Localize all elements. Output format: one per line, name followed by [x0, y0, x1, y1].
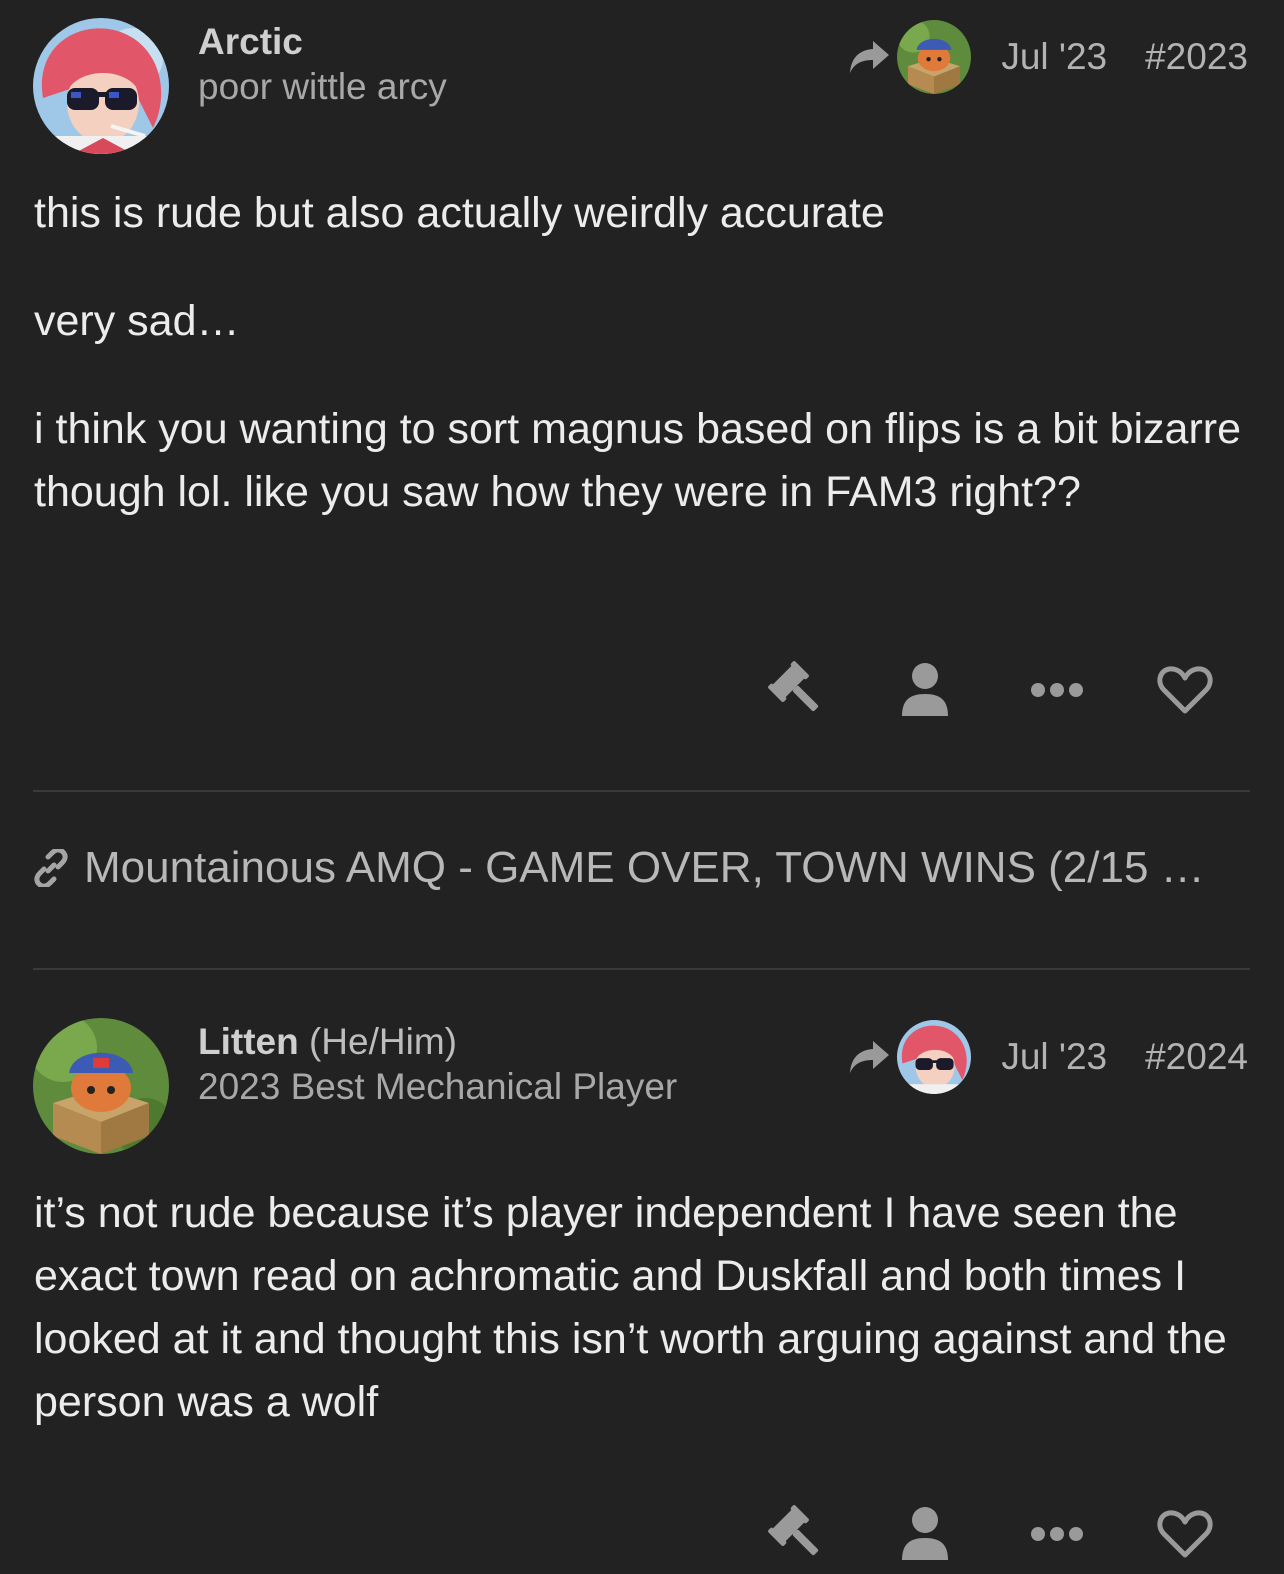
user-icon — [902, 663, 948, 716]
like-button[interactable] — [1145, 650, 1225, 730]
post-body: it’s not rude because it’s player indepe… — [34, 1182, 1254, 1479]
post-actions — [0, 1494, 1284, 1574]
post-number[interactable]: #2023 — [1145, 36, 1248, 78]
linked-topic[interactable]: Mountainous AMQ - GAME OVER, TOWN WINS (… — [32, 838, 1252, 898]
post-paragraph: i think you wanting to sort magnus based… — [34, 405, 1242, 516]
like-button[interactable] — [1145, 1494, 1225, 1574]
post-paragraph: this is rude but also actually weirdly a… — [34, 189, 885, 237]
more-button[interactable] — [1017, 1494, 1097, 1574]
user-info: Arctic poor wittle arcy — [198, 22, 447, 110]
red-haired-sunglasses-avatar-icon — [33, 18, 169, 154]
moderation-button[interactable] — [757, 650, 837, 730]
reply-to-arrow-icon[interactable] — [847, 1037, 891, 1077]
post-body: this is rude but also actually weirdly a… — [34, 182, 1254, 569]
post-meta: Jul '23 #2023 — [847, 20, 1248, 94]
post-2023: Arctic poor wittle arcy Jul '23 #2023 th… — [0, 0, 1284, 790]
more-icon — [1031, 1527, 1083, 1541]
user-avatar-litten[interactable] — [33, 1018, 169, 1154]
post-number[interactable]: #2024 — [1145, 1036, 1248, 1078]
more-icon — [1031, 683, 1083, 697]
red-haired-sunglasses-avatar-icon — [897, 1020, 972, 1094]
post-2024: Litten (He/Him) 2023 Best Mechanical Pla… — [0, 1000, 1284, 1574]
user-avatar-arctic[interactable] — [33, 18, 169, 154]
moderation-button[interactable] — [757, 1494, 837, 1574]
heart-icon — [1157, 666, 1213, 714]
reply-to-avatar[interactable] — [897, 1020, 972, 1094]
post-divider — [33, 968, 1250, 970]
topic-stream: Arctic poor wittle arcy Jul '23 #2023 th… — [0, 0, 1284, 1574]
user-title: 2023 Best Mechanical Player — [198, 1066, 678, 1107]
user-icon — [902, 1507, 948, 1560]
cat-in-box-avatar-icon — [897, 20, 972, 94]
post-paragraph: it’s not rude because it’s player indepe… — [34, 1189, 1227, 1426]
heart-icon — [1157, 1510, 1213, 1558]
reply-to-arrow-icon[interactable] — [847, 37, 891, 77]
user-card-button[interactable] — [885, 650, 965, 730]
post-divider — [33, 790, 1250, 792]
post-meta: Jul '23 #2024 — [847, 1020, 1248, 1094]
more-button[interactable] — [1017, 650, 1097, 730]
link-icon — [34, 849, 68, 887]
cat-in-box-avatar-icon — [33, 1018, 169, 1154]
post-paragraph: very sad… — [34, 297, 240, 345]
linked-topic-title[interactable]: Mountainous AMQ - GAME OVER, TOWN WINS (… — [84, 843, 1205, 893]
user-card-button[interactable] — [885, 1494, 965, 1574]
user-title: poor wittle arcy — [198, 66, 447, 107]
post-date[interactable]: Jul '23 — [1001, 36, 1107, 78]
username[interactable]: Arctic — [198, 22, 447, 62]
post-date[interactable]: Jul '23 — [1001, 1036, 1107, 1078]
username[interactable]: Litten (He/Him) — [198, 1022, 677, 1062]
user-info: Litten (He/Him) 2023 Best Mechanical Pla… — [198, 1022, 677, 1110]
reply-to-avatar[interactable] — [897, 20, 972, 94]
gavel-icon — [768, 1505, 819, 1556]
user-pronouns: (He/Him) — [308, 1021, 457, 1062]
gavel-icon — [768, 661, 819, 712]
post-actions — [0, 650, 1284, 730]
